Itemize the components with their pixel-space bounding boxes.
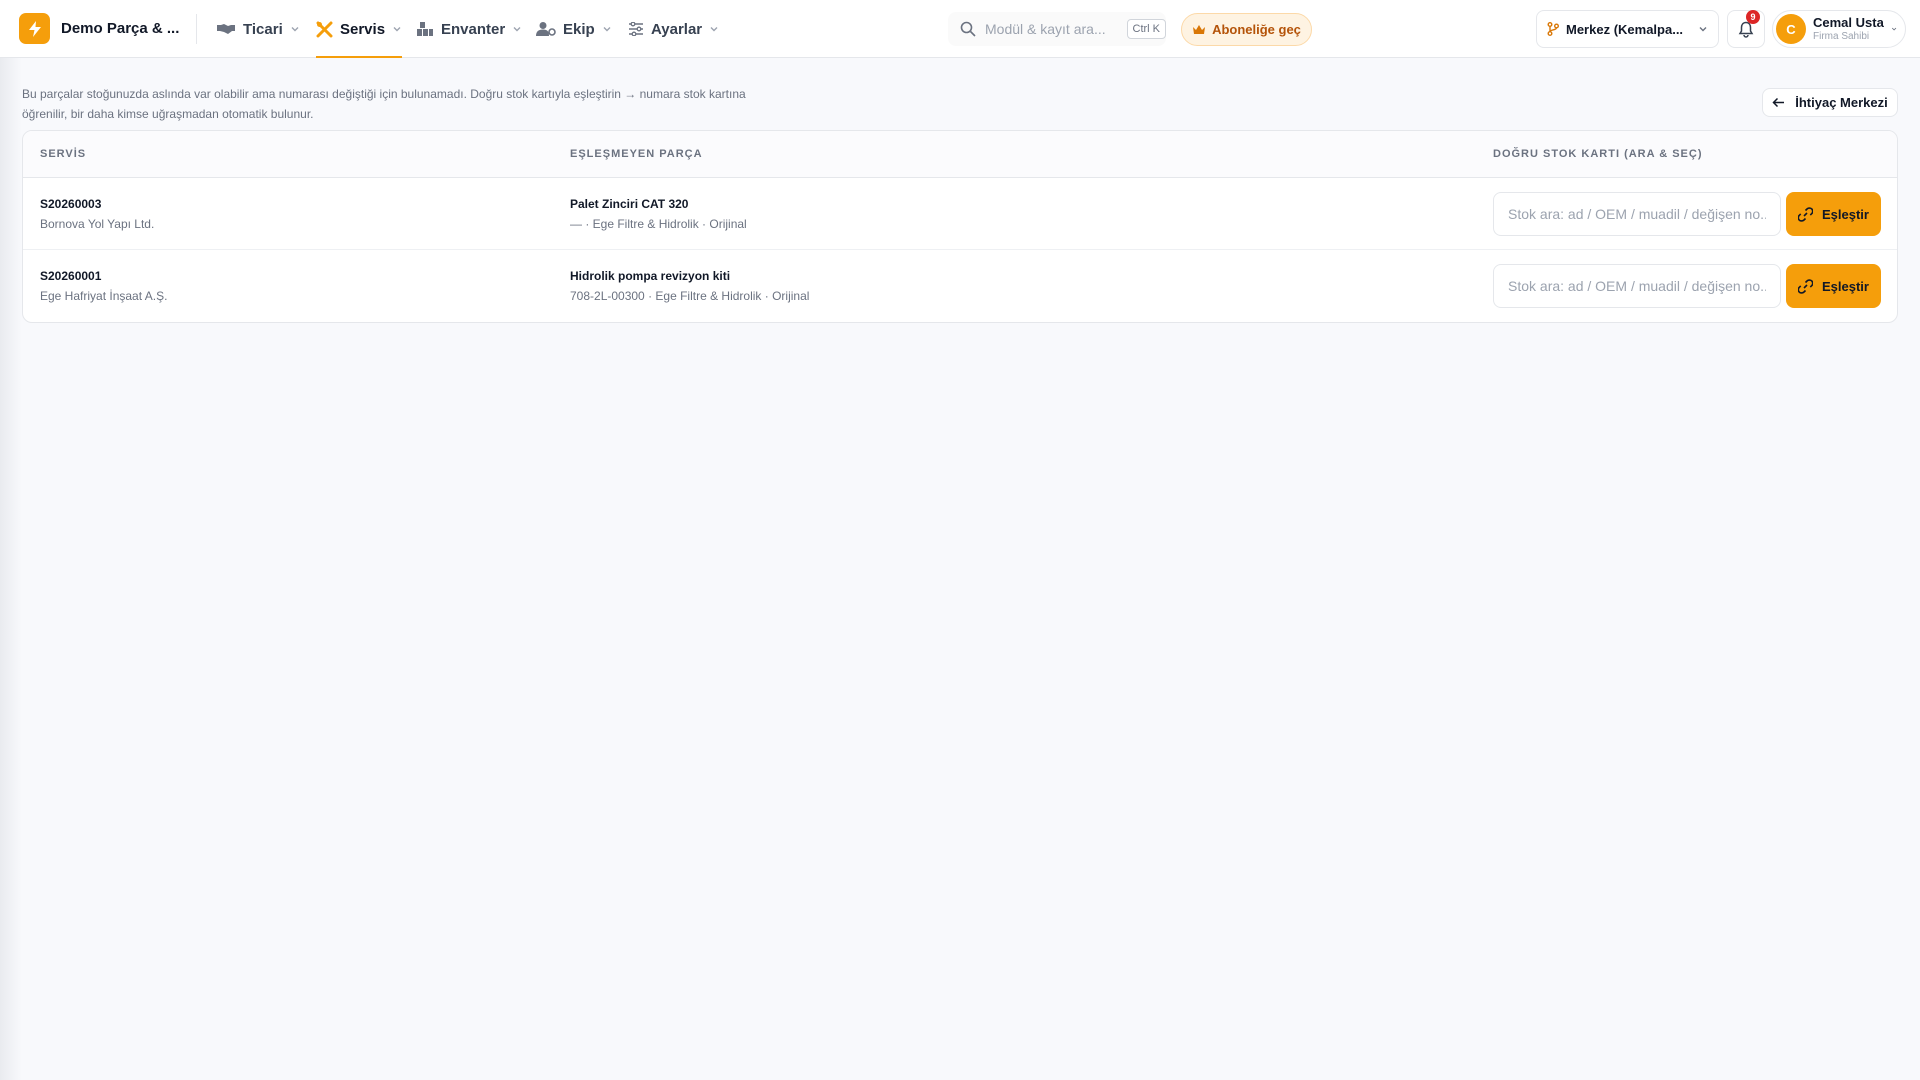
stock-search-input[interactable]: [1493, 264, 1781, 308]
unmatched-parts-table: SERVİS EŞLEŞMEYEN PARÇA DOĞRU STOK KARTI…: [22, 130, 1898, 323]
search-input[interactable]: [985, 21, 1115, 37]
subscribe-button[interactable]: Aboneliğe geç: [1181, 13, 1312, 46]
link-icon: [1798, 278, 1813, 294]
nav-label: Ayarlar: [651, 20, 703, 38]
user-menu[interactable]: C Cemal Usta Firma Sahibi: [1772, 10, 1906, 48]
brand-divider: [196, 14, 197, 44]
subscribe-label: Aboneliğe geç: [1212, 22, 1301, 37]
link-icon: [1798, 206, 1813, 222]
match-button-label: Eşleştir: [1822, 206, 1869, 222]
git-branch-icon: [1547, 22, 1559, 36]
service-number[interactable]: S20260001: [40, 269, 101, 283]
back-button-label: İhtiyaç Merkezi: [1795, 95, 1888, 110]
match-button-label: Eşleştir: [1822, 278, 1869, 294]
match-button[interactable]: Eşleştir: [1786, 264, 1881, 308]
branch-selector[interactable]: Merkez (Kemalpa...: [1536, 10, 1719, 48]
nav-item-servis[interactable]: Servis: [316, 0, 403, 58]
chevron-down-icon: [1699, 27, 1707, 32]
brand-name[interactable]: Demo Parça & ...: [61, 20, 179, 37]
sliders-icon: [629, 22, 643, 36]
left-edge-shadow: [0, 58, 22, 1080]
table-row: S20260003 Bornova Yol Yapı Ltd. Palet Zi…: [23, 178, 1897, 250]
user-role: Firma Sahibi: [1813, 30, 1870, 42]
part-details: 708-2L-00300 · Ege Filtre & Hidrolik · O…: [570, 289, 810, 303]
stock-search-input[interactable]: [1493, 192, 1781, 236]
search-icon: [960, 21, 976, 37]
user-name: Cemal Usta: [1813, 14, 1884, 30]
wrench-screwdriver-icon: [316, 21, 333, 37]
search-shortcut-hint: Ctrl K: [1126, 19, 1166, 39]
customer-name: Ege Hafriyat İnşaat A.Ş.: [40, 289, 168, 303]
nav-item-ticari[interactable]: Ticari: [216, 0, 300, 58]
table-header: SERVİS EŞLEŞMEYEN PARÇA DOĞRU STOK KARTI…: [23, 131, 1897, 178]
chevron-down-icon: [291, 27, 299, 32]
nav-item-ekip[interactable]: Ekip: [536, 0, 612, 58]
lightning-icon: [28, 20, 41, 37]
chevron-down-icon: [710, 27, 718, 32]
branch-label: Merkez (Kemalpa...: [1566, 21, 1684, 37]
back-to-needs-center-button[interactable]: İhtiyaç Merkezi: [1762, 88, 1898, 117]
chevron-down-icon: [513, 27, 521, 32]
part-name: Hidrolik pompa revizyon kiti: [570, 269, 731, 283]
nav-label: Ekip: [563, 20, 595, 38]
nav-item-envanter[interactable]: Envanter: [416, 0, 522, 58]
customer-name: Bornova Yol Yapı Ltd.: [40, 217, 155, 231]
part-name: Palet Zinciri CAT 320: [570, 197, 689, 211]
avatar: C: [1776, 14, 1806, 44]
warehouse-icon: [417, 22, 433, 36]
chevron-down-icon: [1891, 27, 1897, 31]
user-gear-icon: [536, 22, 556, 36]
match-button[interactable]: Eşleştir: [1786, 192, 1881, 236]
crown-icon: [1193, 24, 1206, 34]
column-header-stock-card: DOĞRU STOK KARTI (ARA & SEÇ): [1493, 148, 1703, 160]
nav-label: Ticari: [243, 20, 283, 38]
nav-label: Servis: [340, 20, 386, 38]
part-details: — · Ege Filtre & Hidrolik · Orijinal: [570, 217, 747, 231]
column-header-unmatched-part: EŞLEŞMEYEN PARÇA: [570, 148, 703, 160]
column-header-service: SERVİS: [40, 148, 87, 160]
notification-count-badge: 9: [1746, 10, 1760, 24]
service-number[interactable]: S20260003: [40, 197, 101, 211]
table-row: S20260001 Ege Hafriyat İnşaat A.Ş. Hidro…: [23, 250, 1897, 322]
nav-item-ayarlar[interactable]: Ayarlar: [628, 0, 719, 58]
top-navigation-bar: Demo Parça & ... Ticari Servis Envanter …: [0, 0, 1920, 58]
handshake-icon: [217, 24, 235, 34]
global-search[interactable]: Ctrl K: [948, 12, 1166, 46]
notifications-button[interactable]: 9: [1727, 10, 1765, 48]
nav-label: Envanter: [441, 20, 506, 38]
chevron-down-icon: [603, 27, 611, 32]
info-text: Bu parçalar stoğunuzda aslında var olabi…: [22, 87, 746, 121]
app-logo[interactable]: [19, 13, 50, 44]
chevron-down-icon: [393, 27, 401, 32]
arrow-left-icon: [1772, 97, 1785, 108]
